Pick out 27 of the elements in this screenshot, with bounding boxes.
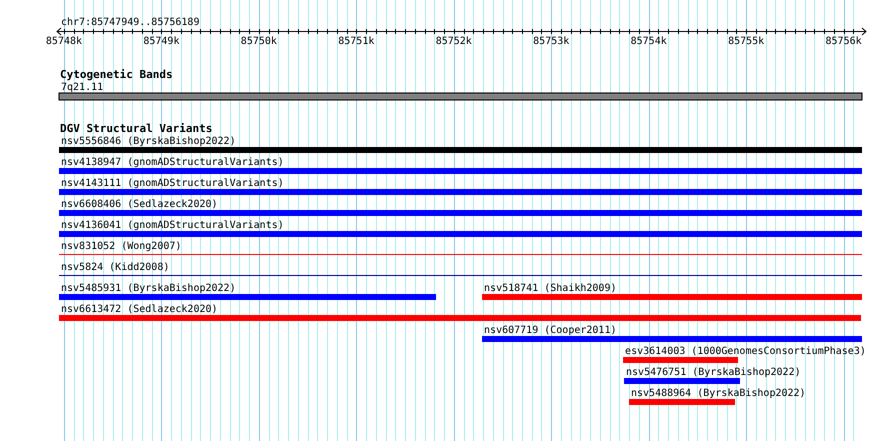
ruler-tick-label: 85750k: [240, 36, 277, 47]
variant-label: nsv5556846 (ByrskaBishop2022): [61, 136, 236, 147]
variant-label: esv3614003 (1000GenomesConsortiumPhase3): [625, 346, 866, 357]
ruler-tick-label: 85754k: [630, 36, 667, 47]
variant-label: nsv607719 (Cooper2011): [484, 325, 616, 336]
variant-label: nsv5824 (Kidd2008): [61, 262, 170, 273]
ruler-tick-label: 85753k: [533, 36, 570, 47]
track-title: DGV Structural Variants: [60, 122, 212, 135]
ruler-tick-label: 85749k: [143, 36, 180, 47]
variant-label: nsv518741 (Shaikh2009): [484, 283, 616, 294]
variant-label: nsv6608406 (Sedlazeck2020): [61, 199, 218, 210]
variant-label: nsv5485931 (ByrskaBishop2022): [61, 283, 236, 294]
variant-label: nsv5476751 (ByrskaBishop2022): [626, 367, 801, 378]
variant-label: nsv4143111 (gnomADStructuralVariants): [61, 178, 284, 189]
location-label: chr7:85747949..85756189: [61, 17, 200, 28]
ruler-tick-label: 85748k: [46, 36, 82, 47]
ruler-tick-label: 85756k: [826, 36, 862, 47]
track-title: Cytogenetic Bands: [60, 68, 173, 81]
variant-label: nsv4136041 (gnomADStructuralVariants): [61, 220, 284, 231]
variant-label: nsv4138947 (gnomADStructuralVariants): [61, 157, 284, 168]
ruler-tick-label: 85751k: [338, 36, 374, 47]
variant-label: nsv6613472 (Sedlazeck2020): [61, 304, 218, 315]
variant-label: nsv831052 (Wong2007): [61, 241, 182, 252]
band-label: 7q21.11: [61, 82, 104, 93]
ruler-tick-label: 85752k: [436, 36, 472, 47]
ruler-tick-label: 85755k: [728, 36, 764, 47]
variant-label: nsv5488964 (ByrskaBishop2022): [631, 388, 806, 399]
